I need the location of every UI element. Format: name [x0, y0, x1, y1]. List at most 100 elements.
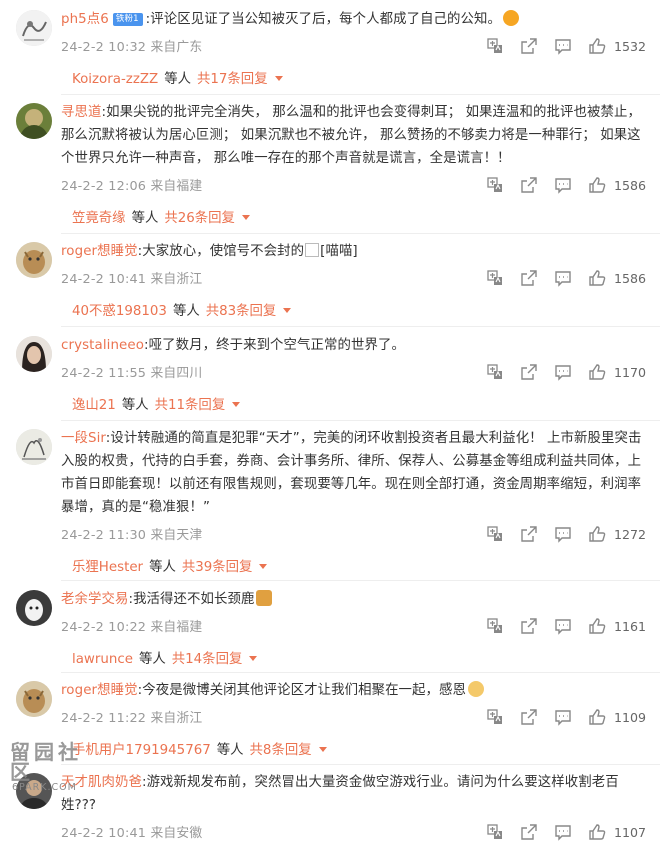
comment-icon[interactable] — [553, 616, 573, 636]
divider — [61, 580, 660, 581]
comment-meta: 24-2-2 11:55 来自四川 — [61, 362, 202, 381]
thumbs-up-icon[interactable] — [587, 268, 607, 288]
caret-down-icon[interactable] — [241, 215, 250, 220]
translate-icon[interactable] — [485, 362, 505, 382]
translate-icon[interactable] — [485, 268, 505, 288]
reply-count[interactable]: 共14条回复 — [172, 652, 243, 667]
comment-icon[interactable] — [553, 524, 573, 544]
comment-username[interactable]: roger想睡觉 — [61, 244, 138, 259]
comment-time: 24-2-2 12:06 — [61, 179, 147, 194]
comment-meta: 24-2-2 10:41 来自浙江 — [61, 268, 202, 287]
reply-count[interactable]: 共11条回复 — [155, 398, 226, 413]
comment-meta: 24-2-2 10:41 来自安徽 — [61, 822, 202, 841]
comment-time: 24-2-2 10:32 — [61, 40, 147, 55]
comment-username[interactable]: roger想睡觉 — [61, 683, 138, 698]
avatar[interactable] — [16, 429, 52, 465]
replies-toggle[interactable]: 笠竟奇缘 等人 共26条回复 — [72, 203, 646, 235]
comment-content: :我活得还不如长颈鹿 — [128, 592, 255, 607]
comment-location: 来自浙江 — [150, 711, 203, 726]
like-count: 1272 — [613, 526, 646, 542]
replies-toggle[interactable]: 逸山21 等人 共11条回复 — [72, 390, 646, 422]
translate-icon[interactable] — [485, 524, 505, 544]
reply-count[interactable]: 共8条回复 — [250, 743, 312, 758]
share-icon[interactable] — [519, 822, 539, 842]
divider — [61, 326, 660, 327]
grin-emoji — [503, 10, 520, 26]
reply-username[interactable]: 笠竟奇缘 — [72, 211, 126, 226]
comment-icon[interactable] — [553, 362, 573, 382]
share-icon[interactable] — [519, 268, 539, 288]
comment-username[interactable]: 一段Sir — [61, 431, 106, 446]
thumbs-up-icon[interactable] — [587, 362, 607, 382]
comment-location: 来自天津 — [150, 528, 203, 543]
comment-username[interactable]: 老余学交易 — [61, 592, 128, 607]
thumbs-up-icon[interactable] — [587, 524, 607, 544]
thumbs-up-icon[interactable] — [587, 175, 607, 195]
comment-content: :大家放心，使馆号不会封的 — [137, 244, 305, 259]
reply-count[interactable]: 共83条回复 — [206, 304, 277, 319]
reply-username[interactable]: Koizora-zzZZ — [72, 72, 158, 87]
avatar[interactable] — [16, 242, 52, 278]
reply-count[interactable]: 共39条回复 — [182, 560, 253, 575]
reply-username[interactable]: lawrunce — [72, 652, 133, 667]
caret-down-icon[interactable] — [318, 747, 327, 752]
reply-username[interactable]: 乐狸Hester — [72, 560, 143, 575]
comment-location: 来自安徽 — [150, 826, 203, 841]
translate-icon[interactable] — [485, 707, 505, 727]
avatar[interactable] — [16, 590, 52, 626]
comment-username[interactable]: 寻思道 — [61, 105, 101, 120]
comment-meta: 24-2-2 12:06 来自福建 — [61, 175, 202, 194]
caret-down-icon[interactable] — [249, 656, 258, 661]
share-icon[interactable] — [519, 707, 539, 727]
reply-username[interactable]: 40不惑198103 — [72, 304, 167, 319]
comment-time: 24-2-2 11:30 — [61, 528, 147, 543]
reply-connector: 等人 — [149, 560, 176, 575]
reply-count[interactable]: 共17条回复 — [197, 72, 268, 87]
comment-content: :游戏新规发布前，突然冒出大量资金做空游戏行业。请问为什么要这样收割老百姓??? — [61, 775, 619, 813]
translate-icon[interactable] — [485, 616, 505, 636]
thumbs-up-icon[interactable] — [587, 36, 607, 56]
thumbs-up-icon[interactable] — [587, 822, 607, 842]
comment-content: :今夜是微博关闭其他评论区才让我们相聚在一起，感恩 — [137, 683, 467, 698]
comment-meta: 24-2-2 11:30 来自天津 — [61, 524, 202, 543]
fan-badge: 铁粉1 — [112, 13, 143, 26]
replies-toggle[interactable]: 40不惑198103 等人 共83条回复 — [72, 296, 646, 328]
avatar[interactable] — [16, 681, 52, 717]
comment-icon[interactable] — [553, 707, 573, 727]
share-icon[interactable] — [519, 362, 539, 382]
reply-username[interactable]: 逸山21 — [72, 398, 116, 413]
caret-down-icon[interactable] — [232, 402, 241, 407]
comment-username[interactable]: crystalineeo — [61, 338, 144, 353]
share-icon[interactable] — [519, 175, 539, 195]
caret-down-icon[interactable] — [274, 76, 283, 81]
share-icon[interactable] — [519, 524, 539, 544]
reply-connector: 等人 — [131, 211, 159, 226]
comment-icon[interactable] — [553, 268, 573, 288]
thumbs-up-icon[interactable] — [587, 707, 607, 727]
reply-count[interactable]: 共26条回复 — [164, 211, 235, 226]
share-icon[interactable] — [519, 36, 539, 56]
comment-location: 来自福建 — [150, 620, 203, 635]
like-count: 1107 — [613, 824, 646, 840]
comment-meta: 24-2-2 10:32 来自广东 — [61, 36, 202, 55]
avatar[interactable] — [16, 10, 52, 46]
replies-toggle[interactable]: Koizora-zzZZ 等人 共17条回复 — [72, 64, 646, 96]
watermark-top: 留园社区 — [10, 740, 82, 784]
caret-down-icon[interactable] — [283, 308, 292, 313]
caret-down-icon[interactable] — [259, 564, 268, 569]
share-icon[interactable] — [519, 616, 539, 636]
thumbs-up-icon[interactable] — [587, 616, 607, 636]
grateful-emoji — [468, 681, 485, 697]
image-alt-text: [喵喵] — [320, 244, 358, 259]
comment-time: 24-2-2 10:41 — [61, 272, 147, 287]
translate-icon[interactable] — [485, 175, 505, 195]
comment-icon[interactable] — [553, 822, 573, 842]
avatar[interactable] — [16, 336, 52, 372]
translate-icon[interactable] — [485, 822, 505, 842]
avatar[interactable] — [16, 103, 52, 139]
comment-icon[interactable] — [553, 36, 573, 56]
comment-username[interactable]: ph5点6 — [61, 12, 109, 27]
translate-icon[interactable] — [485, 36, 505, 56]
comment-icon[interactable] — [553, 175, 573, 195]
replies-toggle[interactable]: 手机用户1791945767 等人 共8条回复 — [72, 735, 646, 767]
